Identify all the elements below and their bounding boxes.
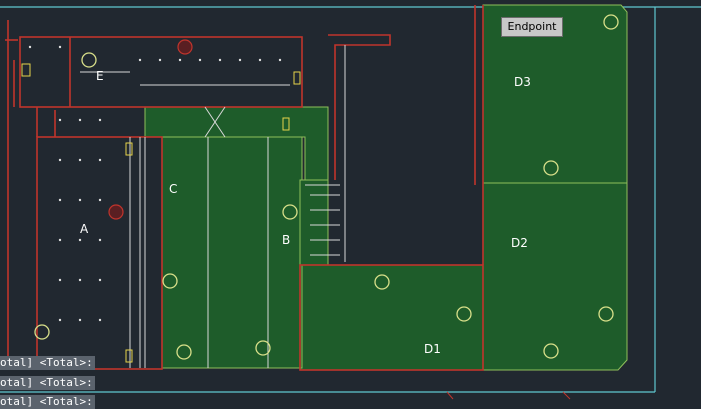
- room-label-a: A: [80, 222, 89, 236]
- command-history-line: otal] <Total>:: [0, 356, 95, 370]
- room-label-c: C: [169, 182, 177, 196]
- command-history-line: otal] <Total>:: [0, 376, 95, 390]
- drawing-canvas[interactable]: E A C B D3 D2 D1 Endpoint otal] <Total>:…: [0, 0, 701, 409]
- room-label-d1: D1: [424, 342, 441, 356]
- room-label-d2: D2: [511, 236, 528, 250]
- snap-tooltip: Endpoint: [501, 17, 563, 37]
- room-label-b: B: [282, 233, 290, 247]
- floor-plan-drawing: E A C B D3 D2 D1: [0, 4, 701, 400]
- axis-markers: [446, 391, 571, 400]
- room-label-e: E: [96, 69, 104, 83]
- room-label-d3: D3: [514, 75, 531, 89]
- green-areas: [144, 4, 628, 371]
